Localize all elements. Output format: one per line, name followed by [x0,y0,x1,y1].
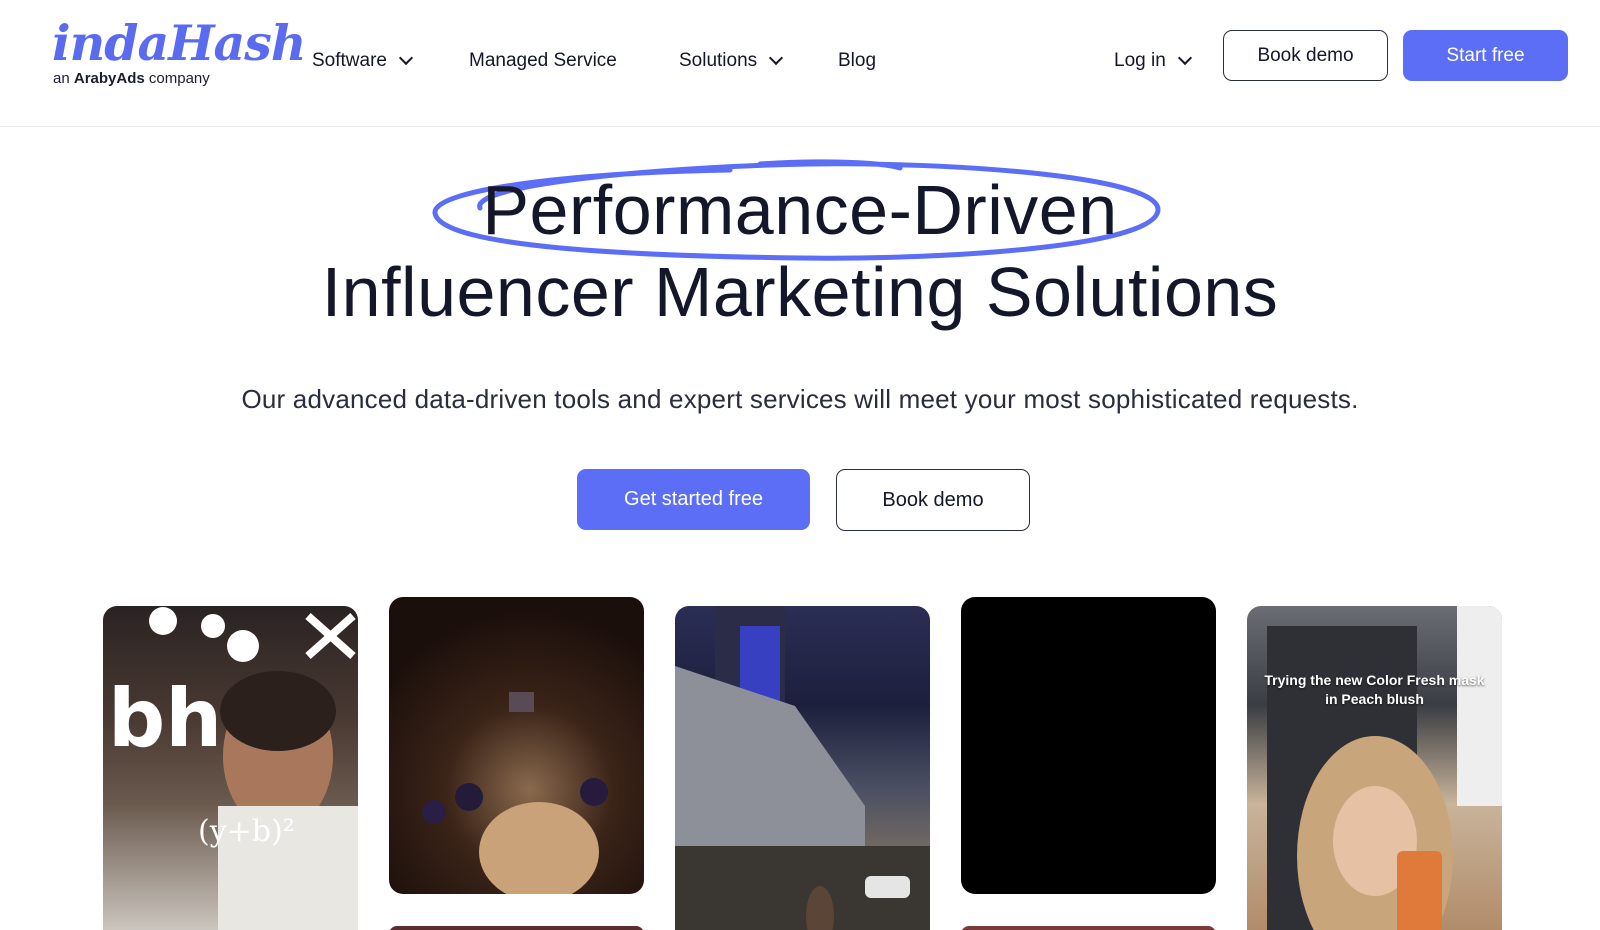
logo-wordmark: indaHash [52,14,307,72]
indahash-logo[interactable]: indaHash an ArabyAds company [52,14,307,94]
video-card-peek [961,926,1216,930]
video-card-peek [389,926,644,930]
get-started-free-button[interactable]: Get started free [577,469,810,530]
video-card-chef[interactable]: bh (y+b)² [103,606,358,930]
video-card-black[interactable] [961,597,1216,894]
svg-text:bh: bh [108,672,222,765]
site-header: indaHash an ArabyAds company Software Ma… [0,0,1600,127]
video-card-party[interactable] [389,597,644,894]
nav-item-software[interactable]: Software [312,46,414,76]
tagline-prefix: an [53,70,70,87]
login-label: Log in [1114,50,1166,71]
tagline-suffix: company [148,70,210,87]
tagline-company: ArabyAds [73,70,145,87]
nav-item-label: Solutions [679,50,758,71]
header-start-free-button[interactable]: Start free [1403,30,1568,81]
nav-item-label: Software [312,50,387,71]
svg-text:(y+b)²: (y+b)² [198,814,295,849]
nav-item-blog[interactable]: Blog [838,46,876,76]
hero-subtitle: Our advanced data-driven tools and exper… [241,384,1359,414]
login-menu[interactable]: Log in [1114,46,1192,76]
nav-item-label: Blog [838,50,877,71]
hero-title-line2: Influencer Marketing Solutions [321,253,1279,331]
video-card-hotel[interactable] [675,606,930,930]
nav-item-solutions[interactable]: Solutions [679,46,784,76]
beauty-scene [1267,606,1502,930]
hero-title-line1: Performance-Driven [482,171,1118,249]
video-caption: Trying the new Color Fresh mask in Peach… [1264,672,1485,707]
party-scene [422,692,608,894]
chef-scene: bh (y+b)² [108,607,358,930]
nav-item-label: Managed Service [469,50,617,71]
nav-item-managed-service[interactable]: Managed Service [469,46,617,76]
header-book-demo-button[interactable]: Book demo [1223,30,1388,81]
video-card-beauty[interactable]: Trying the new Color Fresh mask in Peach… [1247,606,1502,930]
hotel-scene [675,606,930,930]
logo-tagline: an ArabyAds company [53,70,210,87]
chevron-down-icon [398,50,414,66]
hero-book-demo-button[interactable]: Book demo [836,469,1030,531]
chevron-down-icon [1177,50,1192,66]
chevron-down-icon [769,50,784,66]
